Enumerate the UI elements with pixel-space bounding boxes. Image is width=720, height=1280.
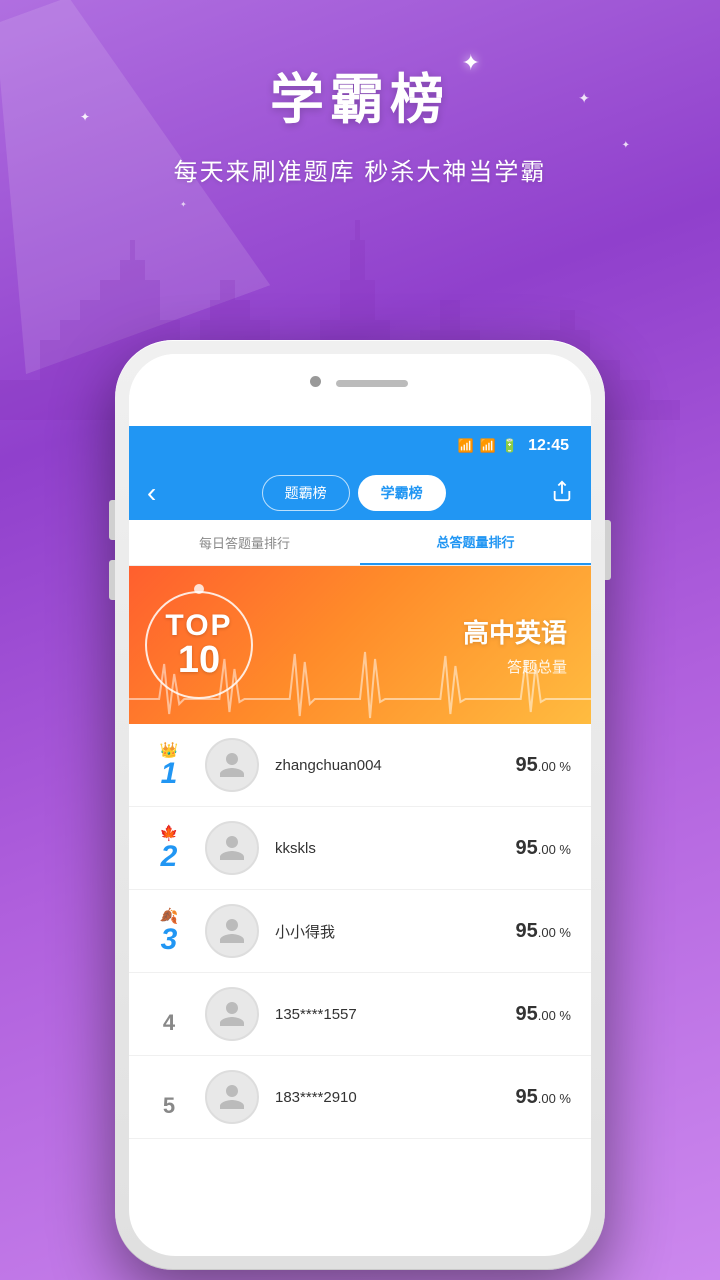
rank-5-score: 95.00 % bbox=[516, 1086, 572, 1109]
rank-1-name: zhangchuan004 bbox=[275, 757, 516, 774]
rank-1-number-wrap: 👑 1 bbox=[149, 741, 189, 789]
rank-5-number: 5 bbox=[163, 1095, 175, 1117]
title-section: 学霸榜 ✦ 每天来刷准题库 秒杀大神当学霸 bbox=[0, 55, 720, 187]
status-time: 12:45 bbox=[528, 437, 569, 455]
battery-icon: 🔋 bbox=[502, 438, 518, 454]
rank-5-avatar bbox=[205, 1070, 259, 1124]
rank-item-2: 🍁 2 kkskls 95.00 % bbox=[129, 807, 591, 890]
sparkle-3: ✦ bbox=[180, 200, 187, 209]
banner: TOP 10 高中英语 答题总量 bbox=[129, 566, 591, 724]
rank-4-avatar bbox=[205, 987, 259, 1041]
nav-tabs: 题霸榜 学霸榜 bbox=[166, 475, 541, 511]
rank-item-5: 5 183****2910 95.00 % bbox=[129, 1056, 591, 1139]
rank-2-name: kkskls bbox=[275, 840, 516, 857]
rank-item-4: 4 135****1557 95.00 % bbox=[129, 973, 591, 1056]
rank-1-avatar bbox=[205, 738, 259, 792]
wifi-icon: 📶 bbox=[458, 438, 474, 454]
rank-item-1: 👑 1 zhangchuan004 95.00 % bbox=[129, 724, 591, 807]
sub-tabs: 每日答题量排行 总答题量排行 bbox=[129, 520, 591, 566]
nav-bar: ‹ 题霸榜 学霸榜 bbox=[129, 466, 591, 520]
rank-1-score: 95.00 % bbox=[516, 754, 572, 777]
top-label: TOP bbox=[165, 611, 232, 641]
phone-speaker bbox=[336, 380, 408, 387]
main-title: 学霸榜 bbox=[270, 70, 450, 130]
tab-study-master[interactable]: 学霸榜 bbox=[358, 475, 446, 511]
rank-5-name: 183****2910 bbox=[275, 1089, 516, 1106]
rank-3-score: 95.00 % bbox=[516, 920, 572, 943]
rank-4-number: 4 bbox=[163, 1012, 175, 1034]
rank-2-avatar bbox=[205, 821, 259, 875]
back-button[interactable]: ‹ bbox=[147, 479, 156, 507]
share-button[interactable] bbox=[551, 480, 573, 507]
banner-info: 高中英语 答题总量 bbox=[269, 566, 591, 724]
signal-icon: 📶 bbox=[480, 438, 496, 454]
rank-3-name: 小小得我 bbox=[275, 921, 516, 942]
rank-4-name: 135****1557 bbox=[275, 1006, 516, 1023]
banner-category: 高中英语 bbox=[463, 613, 567, 650]
rank-2-number-wrap: 🍁 2 bbox=[149, 824, 189, 872]
leaderboard: 👑 1 zhangchuan004 95.00 % 🍁 2 bbox=[129, 724, 591, 1139]
rank-3-number-wrap: 🍂 3 bbox=[149, 907, 189, 955]
phone-mockup: 📶 📶 🔋 12:45 ‹ 题霸榜 学霸榜 bbox=[115, 340, 605, 1270]
top-number: 10 bbox=[178, 641, 220, 679]
rank-item-3: 🍂 3 小小得我 95.00 % bbox=[129, 890, 591, 973]
rank-2-score: 95.00 % bbox=[516, 837, 572, 860]
phone-camera bbox=[310, 376, 321, 387]
status-bar: 📶 📶 🔋 12:45 bbox=[129, 426, 591, 466]
rank-3-avatar bbox=[205, 904, 259, 958]
banner-subcategory: 答题总量 bbox=[507, 656, 567, 677]
rank-5-number-wrap: 5 bbox=[149, 1077, 189, 1117]
tab-question-master[interactable]: 题霸榜 bbox=[262, 475, 350, 511]
rank-2-number: 2 bbox=[161, 842, 178, 872]
rank-4-number-wrap: 4 bbox=[149, 994, 189, 1034]
rank-3-number: 3 bbox=[161, 925, 178, 955]
rank-4-score: 95.00 % bbox=[516, 1003, 572, 1026]
rank-1-number: 1 bbox=[161, 759, 178, 789]
sub-tab-total[interactable]: 总答题量排行 bbox=[360, 520, 591, 565]
subtitle: 每天来刷准题库 秒杀大神当学霸 bbox=[0, 152, 720, 187]
title-star: ✦ bbox=[462, 50, 480, 76]
sub-tab-daily[interactable]: 每日答题量排行 bbox=[129, 520, 360, 565]
